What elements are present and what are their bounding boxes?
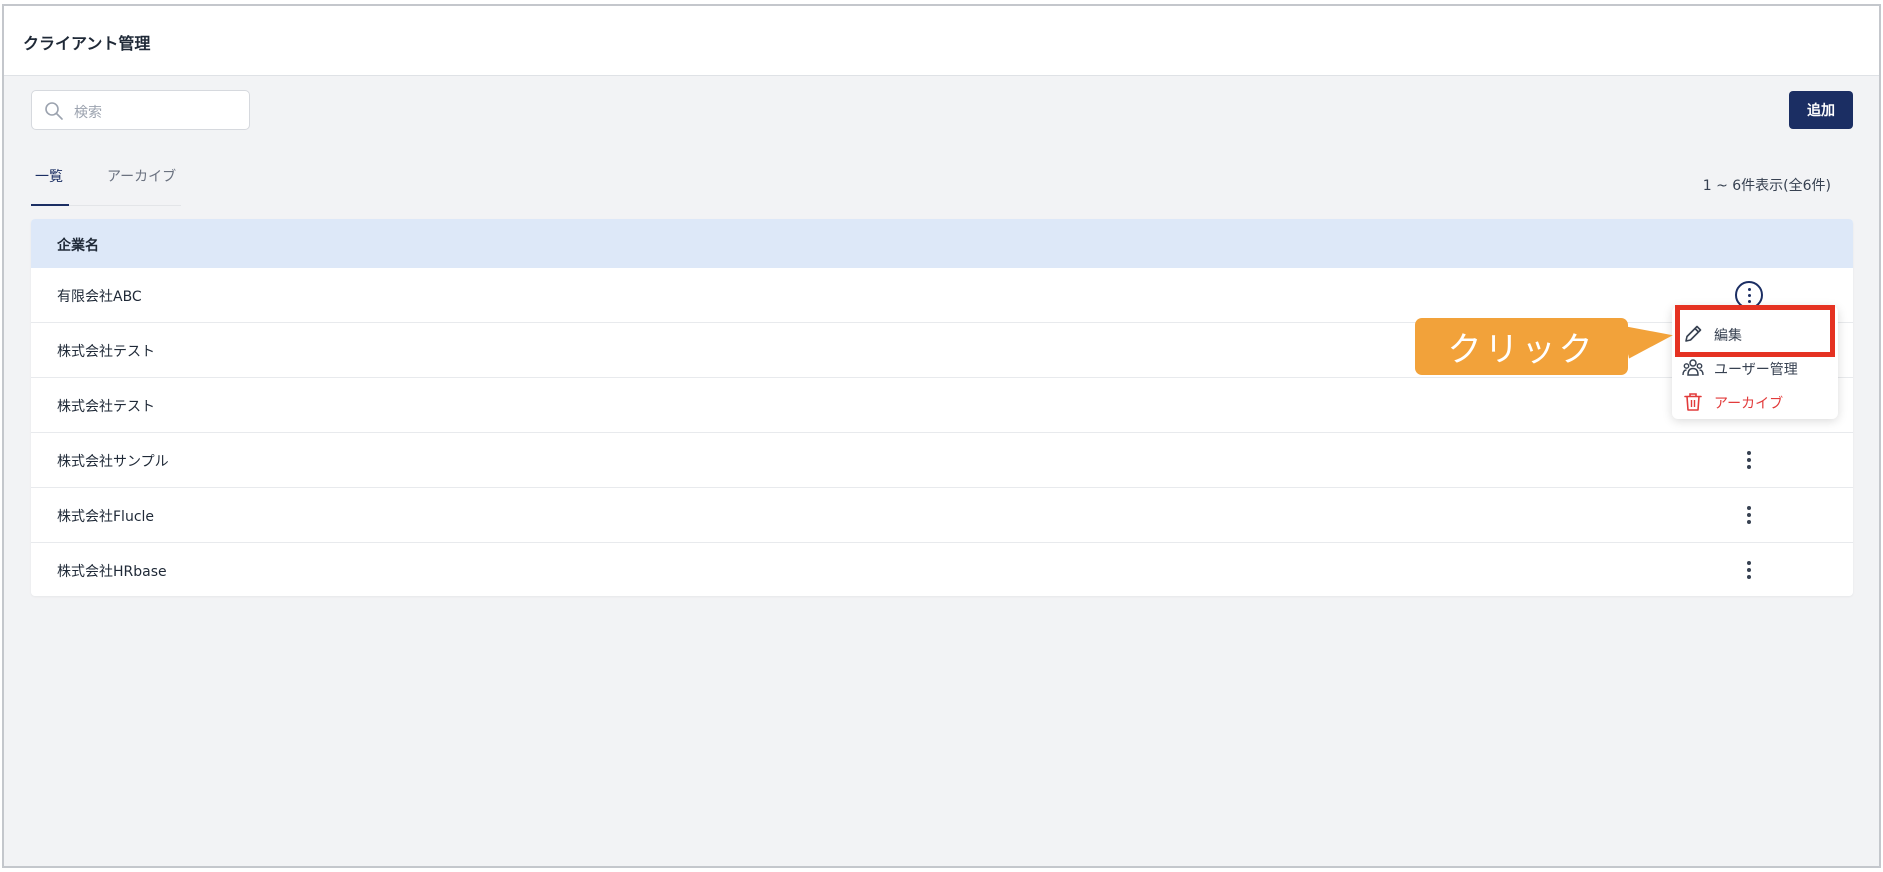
add-button[interactable]: 追加 — [1789, 91, 1853, 129]
table-row[interactable]: 有限会社ABC — [31, 268, 1853, 323]
highlight-box — [1675, 305, 1835, 357]
table-row[interactable]: 株式会社HRbase — [31, 543, 1853, 596]
search-placeholder: 検索 — [74, 105, 102, 121]
table-row[interactable]: 株式会社テスト — [31, 378, 1853, 433]
company-name: 株式会社テスト — [57, 344, 155, 360]
result-count: 1 ~ 6件表示(全6件) — [1702, 178, 1831, 194]
row-menu-button[interactable] — [1735, 501, 1763, 529]
app-window: クライアント管理 検索 追加 一覧 アーカイブ 1 ~ 6件表示(全6件) 企業… — [2, 4, 1881, 868]
row-menu-button[interactable] — [1735, 446, 1763, 474]
tab-bar: 一覧 アーカイブ — [31, 156, 181, 206]
table-header: 企業名 — [31, 219, 1853, 268]
company-name: 株式会社Flucle — [57, 509, 155, 525]
tab-archive[interactable]: アーカイブ — [107, 166, 176, 186]
row-menu-button[interactable] — [1735, 556, 1763, 584]
search-icon — [45, 102, 63, 120]
users-icon — [1682, 359, 1704, 376]
company-name: 株式会社サンプル — [57, 454, 169, 470]
company-name: 株式会社テスト — [57, 399, 155, 415]
page-title: クライアント管理 — [23, 34, 151, 53]
company-name: 株式会社HRbase — [57, 564, 167, 580]
menu-item-archive[interactable]: アーカイブ — [1672, 384, 1838, 418]
search-input[interactable]: 検索 — [31, 90, 250, 130]
trash-icon — [1684, 393, 1702, 411]
menu-item-label: アーカイブ — [1714, 396, 1784, 412]
click-callout: クリック — [1415, 318, 1628, 375]
client-table: 企業名 有限会社ABC 株式会社テスト 株式会社テスト 株式会社サンプル 株式会… — [31, 219, 1853, 596]
column-header-company-name: 企業名 — [57, 238, 99, 254]
table-row[interactable]: 株式会社サンプル — [31, 433, 1853, 488]
page-header: クライアント管理 — [4, 6, 1879, 76]
table-row[interactable]: 株式会社Flucle — [31, 488, 1853, 543]
menu-item-label: ユーザー管理 — [1714, 362, 1798, 378]
active-tab-indicator — [31, 204, 69, 206]
company-name: 有限会社ABC — [57, 289, 142, 305]
tab-list[interactable]: 一覧 — [35, 166, 63, 186]
callout-text: クリック — [1447, 330, 1596, 370]
